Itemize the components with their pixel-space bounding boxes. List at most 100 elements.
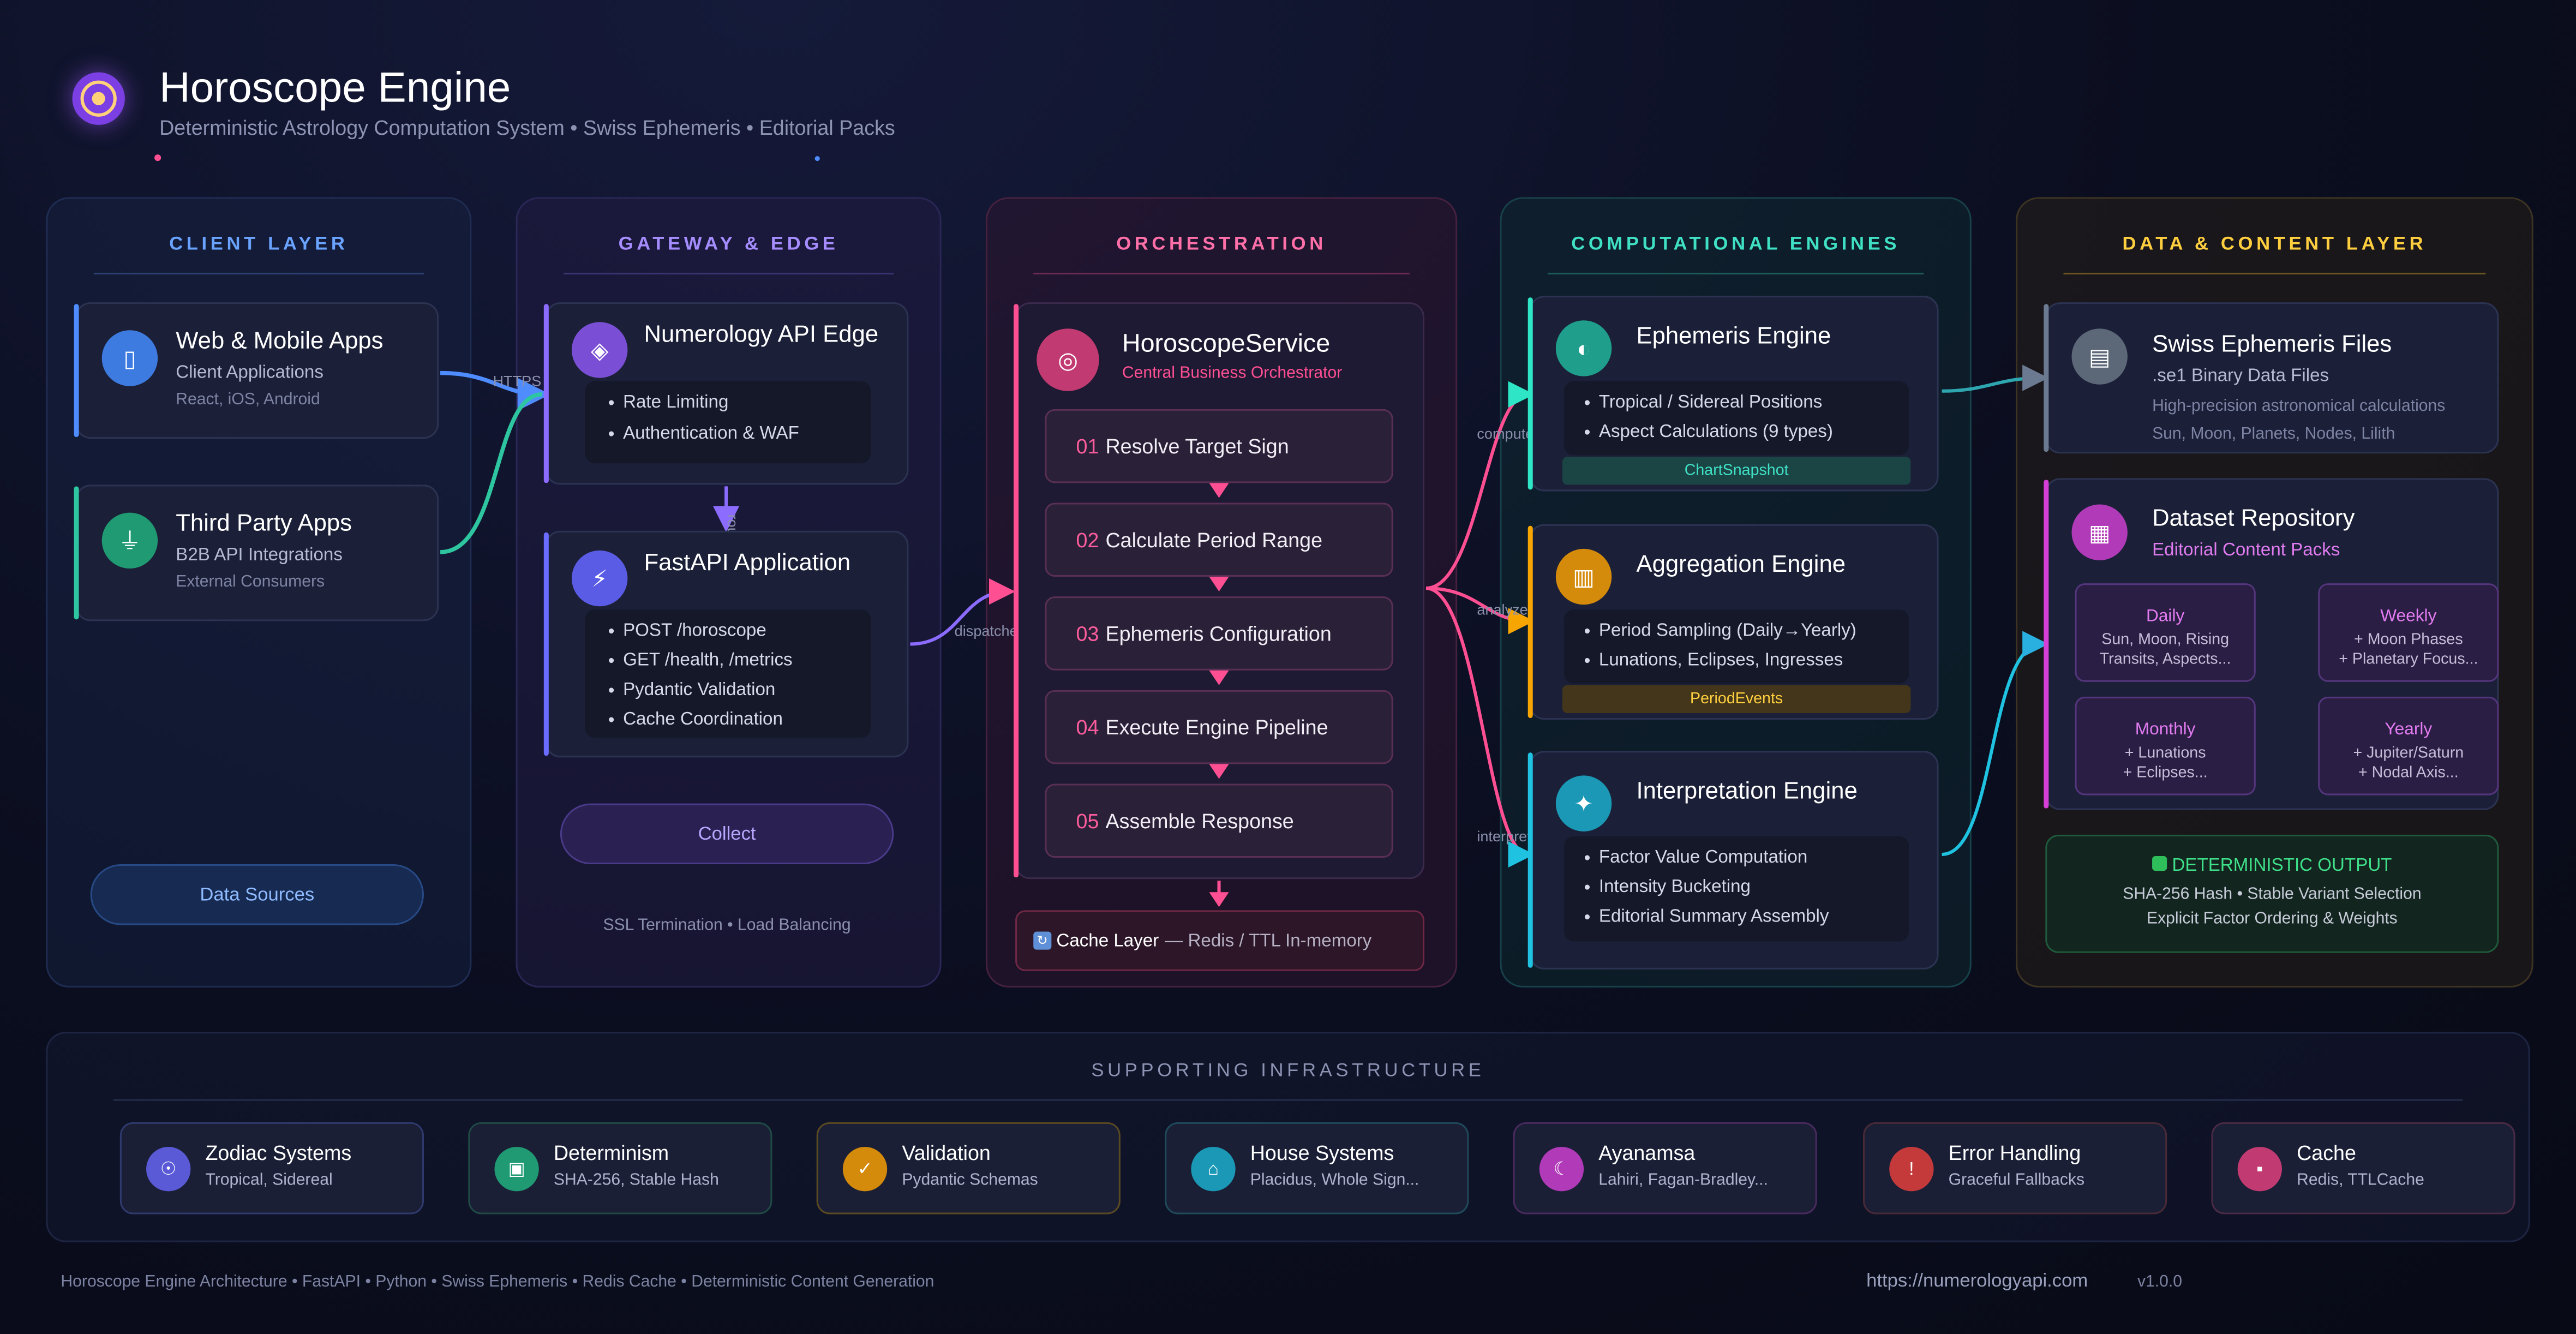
fastapi-application-card[interactable]: ⚡ FastAPI Application POST /horoscope GE… [543,530,909,758]
card-title: Third Party Apps [176,511,352,537]
infra-title: Ayanamsa [1598,1141,1696,1165]
card-details: Tropical / Sidereal Positions Aspect Cal… [1563,381,1909,456]
step-calculate-period-range[interactable]: 02 Calculate Period Range [1045,503,1393,577]
version-label: v1.0.0 [2137,1273,2183,1292]
infra-house-systems[interactable]: ⌂ House Systems Placidus, Whole Sign... [1165,1122,1469,1215]
infra-title: Zodiac Systems [205,1141,352,1165]
card-title: Web & Mobile Apps [176,328,384,355]
step-arrow [1209,764,1229,779]
card-detail: Sun, Moon, Planets, Nodes, Lilith [2152,425,2395,444]
bullet-item: Period Sampling (Daily→Yearly) [1584,621,1856,641]
aggregation-engine-card[interactable]: ▥ Aggregation Engine Period Sampling (Da… [1527,524,1939,720]
pack-weekly[interactable]: Weekly + Moon Phases + Planetary Focus..… [2318,583,2499,682]
infrastructure-title: SUPPORTING INFRASTRUCTURE [1091,1061,1485,1081]
pack-line: + Planetary Focus... [2339,650,2478,669]
step-label: Execute Engine Pipeline [1105,716,1328,740]
infra-determinism[interactable]: ▣ Determinism SHA-256, Stable Hash [468,1122,772,1215]
accent-bar [543,304,549,483]
infra-subtitle: Redis, TTLCache [2297,1171,2424,1190]
step-arrow [1209,892,1229,907]
pack-line: + Nodal Axis... [2358,764,2459,782]
green-square-icon [2152,856,2167,871]
step-number: 04 [1076,716,1099,740]
infra-subtitle: Lahiri, Fagan-Bradley... [1598,1171,1768,1190]
pack-title: Monthly [2135,720,2196,740]
bullet-item: GET /health, /metrics [608,651,793,671]
step-arrow [1209,577,1229,592]
books-icon: ▦ [2071,504,2128,560]
edge-service-to-ephemeris [1425,381,1535,590]
infra-subtitle: SHA-256, Stable Hash [553,1171,719,1190]
infra-zodiac-systems[interactable]: ☉ Zodiac Systems Tropical, Sidereal [119,1122,424,1215]
bullet-item: Tropical / Sidereal Positions [1584,393,1822,412]
card-title: FastAPI Application [644,550,851,577]
output-line: SHA-256 Hash • Stable Variant Selection [2123,886,2422,904]
step-ephemeris-configuration[interactable]: 03 Ephemeris Configuration [1045,596,1393,671]
numerology-api-edge-card[interactable]: ◈ Numerology API Edge Rate Limiting Auth… [543,302,909,485]
pack-line: Transits, Aspects... [2099,650,2231,669]
pack-yearly[interactable]: Yearly + Jupiter/Saturn + Nodal Axis... [2318,696,2499,795]
edge-ephemeris-to-swiss [1942,364,2049,393]
card-detail: High-precision astronomical calculations [2152,397,2446,416]
infra-title: Cache [2297,1141,2356,1165]
accent-bar [2044,304,2049,452]
step-label: Assemble Response [1105,810,1294,833]
output-title: DETERMINISTIC OUTPUT [2047,856,2497,876]
ephemeris-engine-card[interactable]: ◐ Ephemeris Engine Tropical / Sidereal P… [1527,296,1939,492]
bullet-item: Editorial Summary Assembly [1584,907,1829,926]
card-details: Rate Limiting Authentication & WAF [585,381,871,464]
step-assemble-response[interactable]: 05 Assemble Response [1045,783,1393,858]
infra-title: House Systems [1250,1141,1394,1165]
edge-third-to-edge [440,392,543,554]
bullet-item: Pydantic Validation [608,680,775,700]
deterministic-output-box: DETERMINISTIC OUTPUT SHA-256 Hash • Stab… [2045,834,2499,953]
card-title: Swiss Ephemeris Files [2152,332,2392,358]
accent-bar [543,532,549,756]
card-details: Factor Value Computation Intensity Bucke… [1563,836,1909,942]
step-resolve-target-sign[interactable]: 01 Resolve Target Sign [1045,409,1393,483]
data-sources-button[interactable]: Data Sources [90,864,424,925]
infra-ayanamsa[interactable]: ☾ Ayanamsa Lahiri, Fagan-Bradley... [1513,1122,1817,1215]
accent-bar [74,304,79,438]
bullet-item: Cache Coordination [608,710,783,729]
infra-error-handling[interactable]: ! Error Handling Graceful Fallbacks [1863,1122,2167,1215]
card-details: Period Sampling (Daily→Yearly) Lunations… [1563,609,1909,684]
moon-icon: ☾ [1539,1147,1584,1192]
cache-layer-title: Cache Layer [1056,931,1159,952]
architecture-diagram: Horoscope Engine Deterministic Astrology… [0,0,2576,1334]
step-number: 05 [1076,810,1099,833]
bullet-item: Intensity Bucketing [1584,877,1751,897]
swiss-ephemeris-files-card[interactable]: ▤ Swiss Ephemeris Files .se1 Binary Data… [2044,302,2499,454]
card-details: POST /horoscope GET /health, /metrics Py… [585,609,871,738]
third-party-apps-card[interactable]: ⏚ Third Party Apps B2B API Integrations … [74,484,439,621]
pack-line: Sun, Moon, Rising [2101,631,2230,649]
pack-daily[interactable]: Daily Sun, Moon, Rising Transits, Aspect… [2075,583,2256,682]
folder-icon: ▤ [2071,328,2128,385]
accent-bar [2044,480,2049,809]
edge-label-compute: compute [1477,425,1534,442]
interpretation-engine-card[interactable]: ✦ Interpretation Engine Factor Value Com… [1527,751,1939,970]
footer-text: Horoscope Engine Architecture • FastAPI … [61,1273,934,1292]
infra-cache[interactable]: ▪ Cache Redis, TTLCache [2211,1122,2515,1215]
bullet-item: Lunations, Eclipses, Ingresses [1584,651,1843,671]
infra-subtitle: Placidus, Whole Sign... [1250,1171,1419,1190]
card-title: Interpretation Engine [1636,779,1858,805]
bullet-item: POST /horoscope [608,621,766,641]
cache-layer-bar[interactable]: ↻ Cache Layer — Redis / TTL In-memory [1015,910,1424,971]
collect-button[interactable]: Collect [560,803,894,865]
period-events-badge: PeriodEvents [1562,685,1911,713]
card-subtitle: Client Applications [176,363,324,383]
plug-icon: ⏚ [101,512,158,569]
chart-snapshot-badge: ChartSnapshot [1562,457,1911,485]
web-mobile-apps-card[interactable]: ▯ Web & Mobile Apps Client Applications … [74,302,439,439]
infra-validation[interactable]: ✓ Validation Pydantic Schemas [816,1122,1121,1215]
pack-line: + Lunations [2124,744,2206,763]
step-execute-engine-pipeline[interactable]: 04 Execute Engine Pipeline [1045,690,1393,764]
step-arrow [1209,483,1229,498]
edge-interpretation-to-dataset [1942,631,2049,856]
footer-url-link[interactable]: https://numerologyapi.com [1866,1272,2088,1291]
card-subtitle: .se1 Binary Data Files [2152,366,2329,386]
target-icon: ◎ [1037,328,1099,391]
accent-bar [74,486,79,620]
pack-monthly[interactable]: Monthly + Lunations + Eclipses... [2075,696,2256,795]
